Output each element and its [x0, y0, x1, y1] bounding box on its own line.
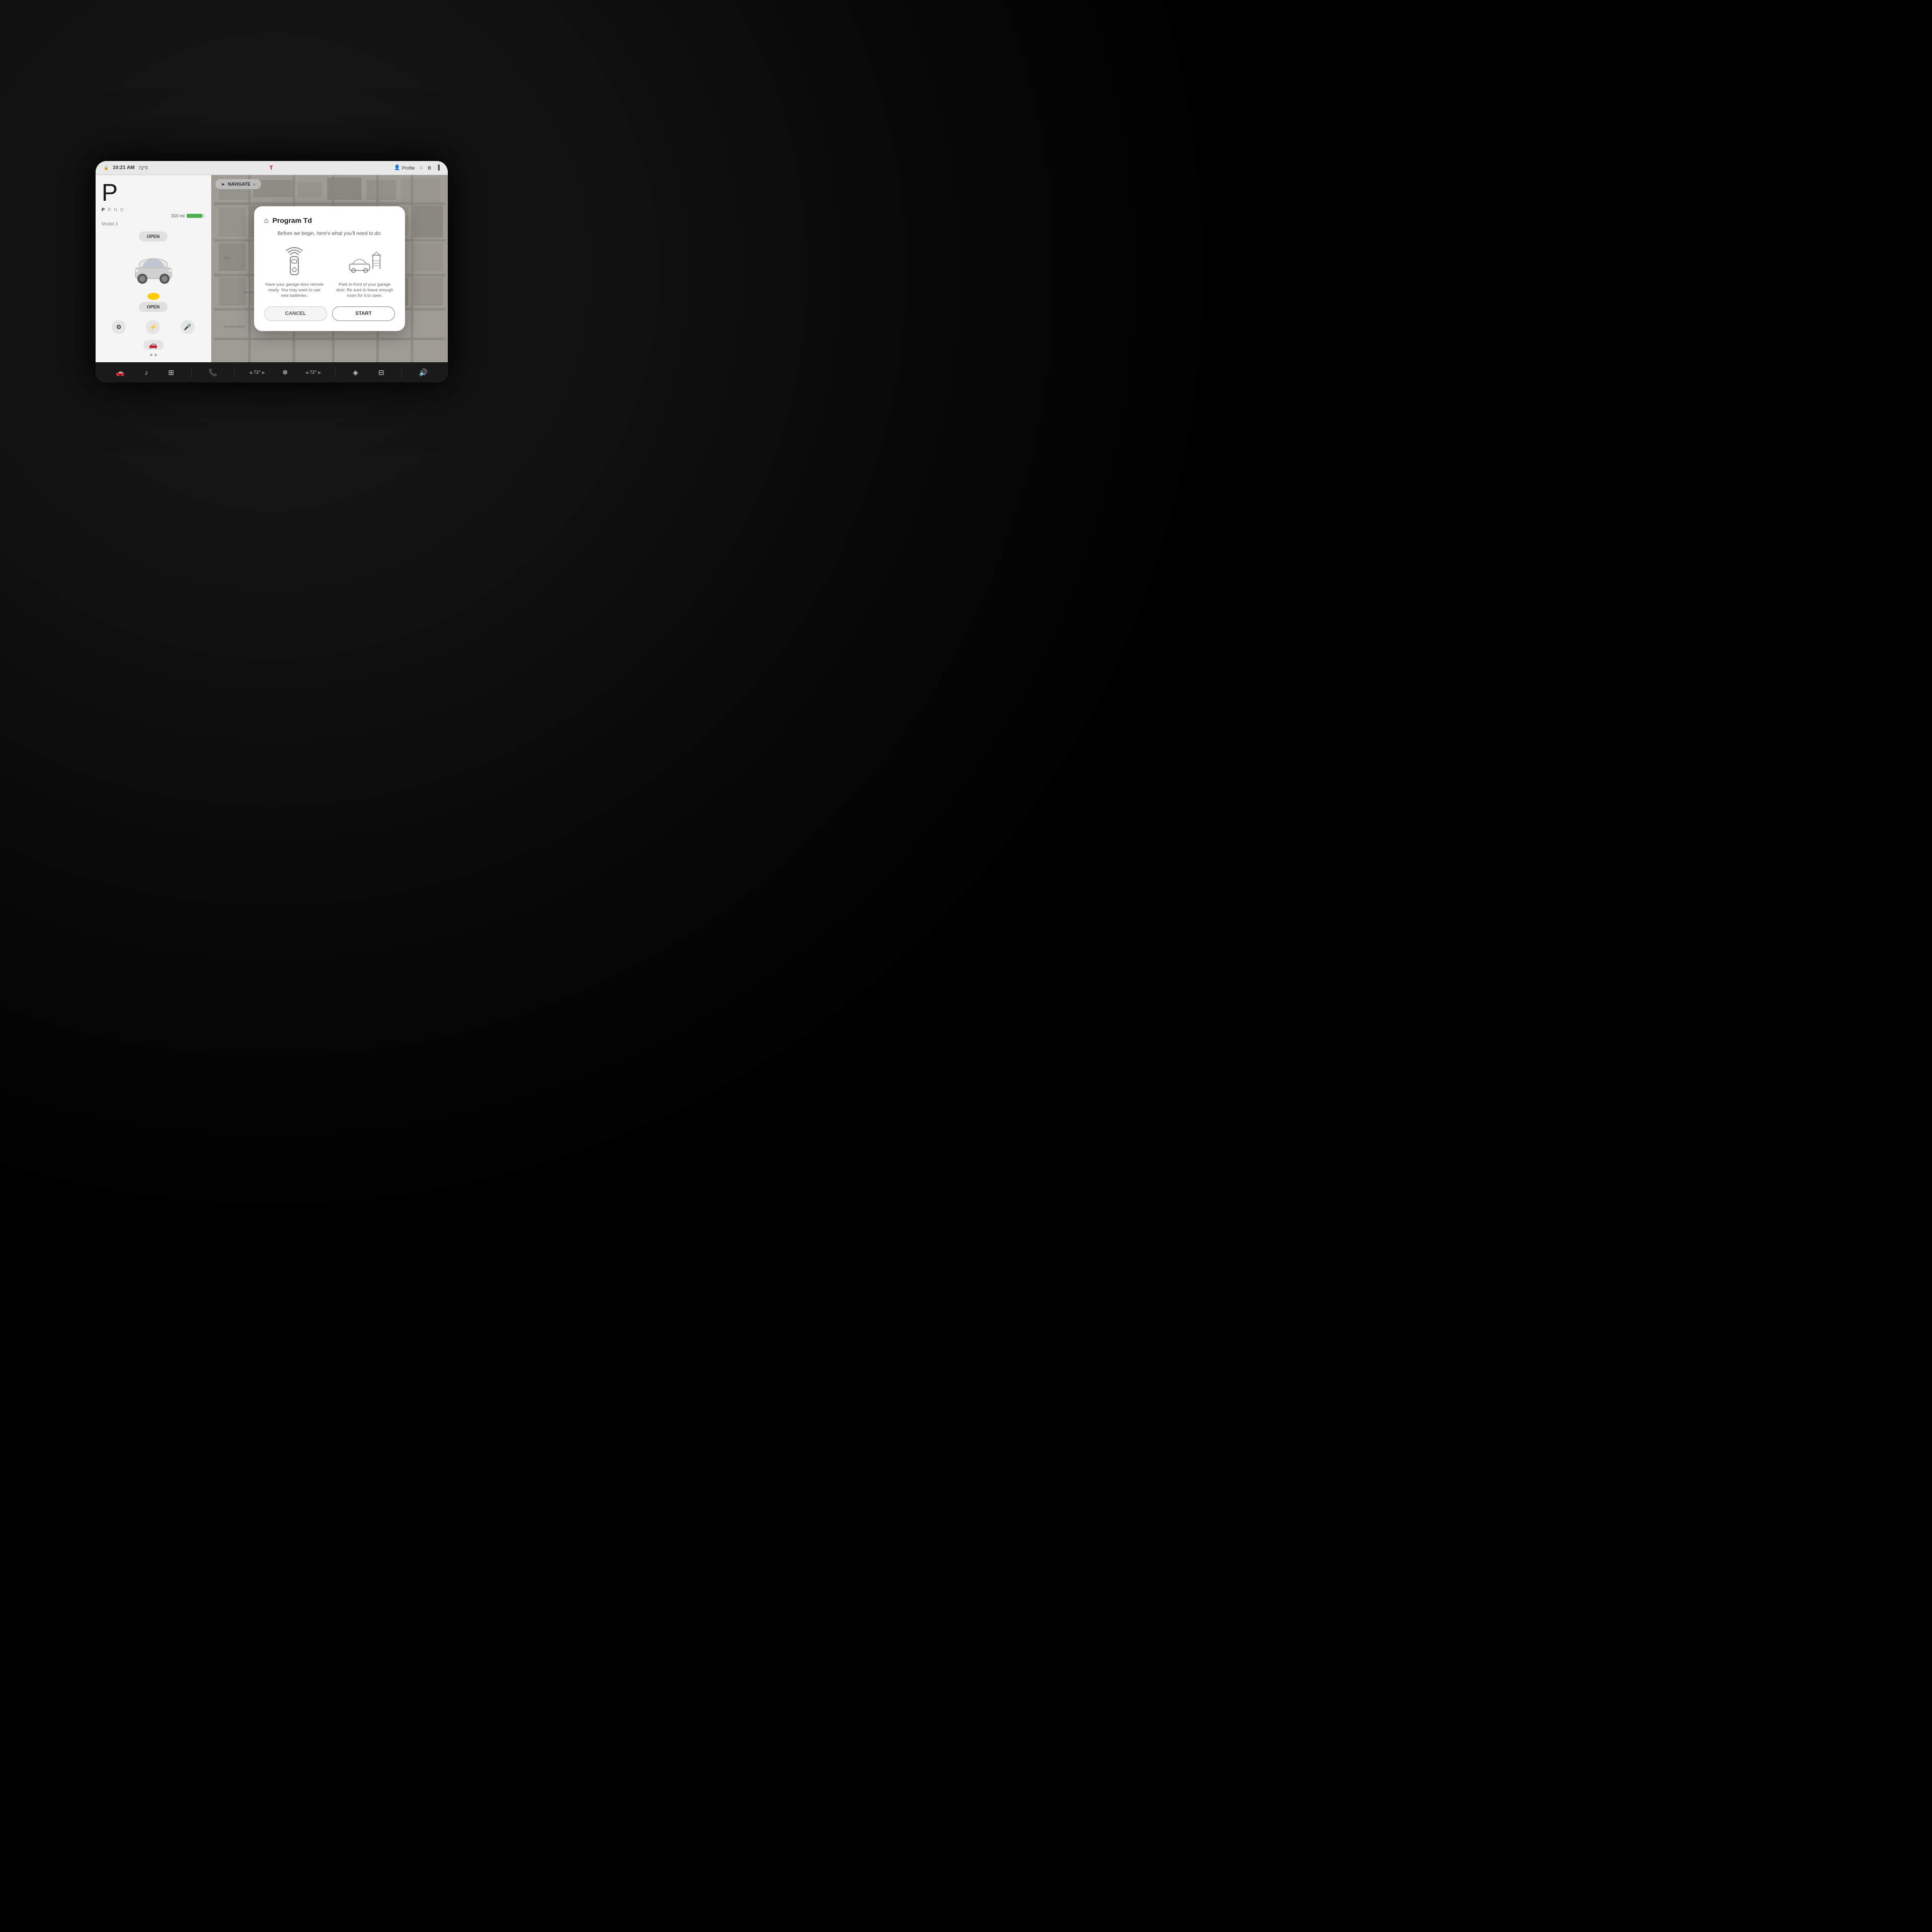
temp-left-display: ◀ 72° ▶ — [249, 370, 265, 375]
open-button-top[interactable]: OPEN — [139, 231, 168, 242]
garage-remote-icon — [278, 246, 310, 278]
main-content: P P R N D 310 mi Model 3 OPEN — [96, 175, 448, 362]
steering-icon-btn[interactable]: 🚗 — [143, 340, 164, 350]
right-panel: CULVER GARDEN Playa Del Rey Loyola Marym… — [211, 175, 448, 362]
temp-left-arrow-up[interactable]: ▶ — [262, 370, 265, 375]
taskbar: 🚗 ♪ ⊞ 📞 ◀ 72° ▶ ❄ ◀ 72 — [96, 362, 448, 382]
modal-icon-block-car: Park in front of your garage door. Be su… — [335, 246, 395, 298]
range-row: 310 mi — [102, 213, 205, 218]
modal-icon-text-car: Park in front of your garage door. Be su… — [335, 282, 395, 298]
gear-r[interactable]: R — [108, 207, 111, 212]
car-garage-icon — [349, 246, 381, 278]
taskbar-music[interactable]: ♪ — [141, 366, 151, 378]
temp-right-arrow-down[interactable]: ◀ — [305, 370, 308, 375]
mic-icon[interactable]: 🎤 — [181, 320, 195, 334]
modal-header: ⌂ Program Td — [264, 216, 395, 224]
seat-taskbar-icon: ◈ — [353, 368, 358, 377]
volume-taskbar-icon: 🔊 — [419, 368, 427, 377]
temp-right-arrow-up[interactable]: ▶ — [318, 370, 321, 375]
status-right: 👤 Profile ⌂ B ▐ — [394, 165, 440, 171]
taskbar-divider-3 — [335, 367, 336, 377]
taskbar-grid[interactable]: ⊟ — [375, 366, 387, 379]
dot-2 — [154, 354, 157, 356]
cancel-button[interactable]: CANCEL — [264, 306, 327, 321]
temp-right-value: 72° — [310, 370, 317, 375]
car-taskbar-icon: 🚗 — [116, 368, 124, 377]
taskbar-divider-4 — [401, 367, 402, 377]
grid-taskbar-icon: ⊟ — [378, 368, 384, 377]
modal-overlay: ⌂ Program Td Before we begin, here's wha… — [211, 175, 448, 362]
status-left: 🔒 10:21 AM 72°F — [104, 165, 148, 171]
signal-icon: ▐ — [436, 165, 440, 171]
lightning-icon: ⚡ — [150, 293, 157, 300]
modal-buttons: CANCEL START — [264, 306, 395, 321]
gear-selector: P R N D — [102, 207, 205, 212]
profile-label: Profile — [402, 166, 415, 171]
car-image — [123, 246, 184, 291]
lightning-badge: ⚡ — [147, 293, 159, 300]
lock-icon: 🔒 — [104, 166, 109, 170]
dots-indicator — [102, 354, 205, 356]
battery-bar — [187, 214, 205, 218]
status-center: T — [270, 165, 273, 171]
taskbar-apps[interactable]: ⊞ — [165, 366, 177, 379]
profile-button[interactable]: 👤 Profile — [394, 165, 415, 171]
temp-left-arrow-down[interactable]: ◀ — [249, 370, 252, 375]
program-modal: ⌂ Program Td Before we begin, here's wha… — [254, 206, 405, 331]
apps-taskbar-icon: ⊞ — [168, 368, 174, 377]
home-icon[interactable]: ⌂ — [420, 165, 423, 171]
temp-right-display: ◀ 72° ▶ — [305, 370, 321, 375]
modal-subtitle: Before we begin, here's what you'll need… — [264, 230, 395, 237]
phone-taskbar-icon: 📞 — [209, 368, 217, 377]
tesla-logo: T — [270, 165, 273, 171]
start-button[interactable]: START — [332, 306, 395, 321]
tesla-screen: 🔒 10:21 AM 72°F T 👤 Profile ⌂ B ▐ P — [96, 161, 448, 382]
map-background: CULVER GARDEN Playa Del Rey Loyola Marym… — [211, 175, 448, 362]
left-bottom-icons: ⚙ ⚡ 🎤 — [102, 316, 205, 338]
modal-icons-row: Have your garage door remote ready. You … — [264, 246, 395, 298]
settings-icon[interactable]: ⚙ — [112, 320, 126, 334]
modal-icon-block-remote: Have your garage door remote ready. You … — [264, 246, 325, 298]
taskbar-fan[interactable]: ❄ — [279, 366, 291, 379]
open-button-bottom[interactable]: OPEN — [139, 302, 168, 312]
music-taskbar-icon: ♪ — [144, 368, 148, 376]
taskbar-volume[interactable]: 🔊 — [416, 366, 430, 379]
dot-1 — [150, 354, 152, 356]
fan-taskbar-icon: ❄ — [282, 368, 288, 377]
screen-content: 🔒 10:21 AM 72°F T 👤 Profile ⌂ B ▐ P — [96, 161, 448, 382]
temp-left-value: 72° — [254, 370, 261, 375]
taskbar-divider-1 — [191, 367, 192, 377]
gear-display: P — [102, 181, 205, 205]
taskbar-seat[interactable]: ◈ — [350, 366, 361, 379]
profile-person-icon: 👤 — [394, 165, 400, 171]
taskbar-phone[interactable]: 📞 — [206, 366, 220, 379]
model-name: Model 3 — [102, 221, 205, 226]
status-bar: 🔒 10:21 AM 72°F T 👤 Profile ⌂ B ▐ — [96, 161, 448, 175]
car-svg — [123, 246, 184, 291]
status-time: 10:21 AM — [113, 165, 135, 171]
left-panel: P P R N D 310 mi Model 3 OPEN — [96, 175, 211, 362]
gear-d[interactable]: D — [120, 207, 124, 212]
range-value: 310 mi — [171, 213, 185, 218]
status-temp: 72°F — [139, 166, 148, 171]
taskbar-car[interactable]: 🚗 — [113, 366, 127, 379]
modal-icon-text-remote: Have your garage door remote ready. You … — [264, 282, 325, 298]
gear-n[interactable]: N — [114, 207, 118, 212]
modal-home-icon: ⌂ — [264, 216, 268, 224]
bluetooth-icon[interactable]: B — [428, 166, 431, 171]
lightning-icon-btn[interactable]: ⚡ — [146, 320, 160, 334]
modal-title: Program Td — [272, 216, 312, 224]
gear-p[interactable]: P — [102, 207, 105, 212]
battery-fill — [187, 214, 202, 218]
taskbar-divider-2 — [234, 367, 235, 377]
